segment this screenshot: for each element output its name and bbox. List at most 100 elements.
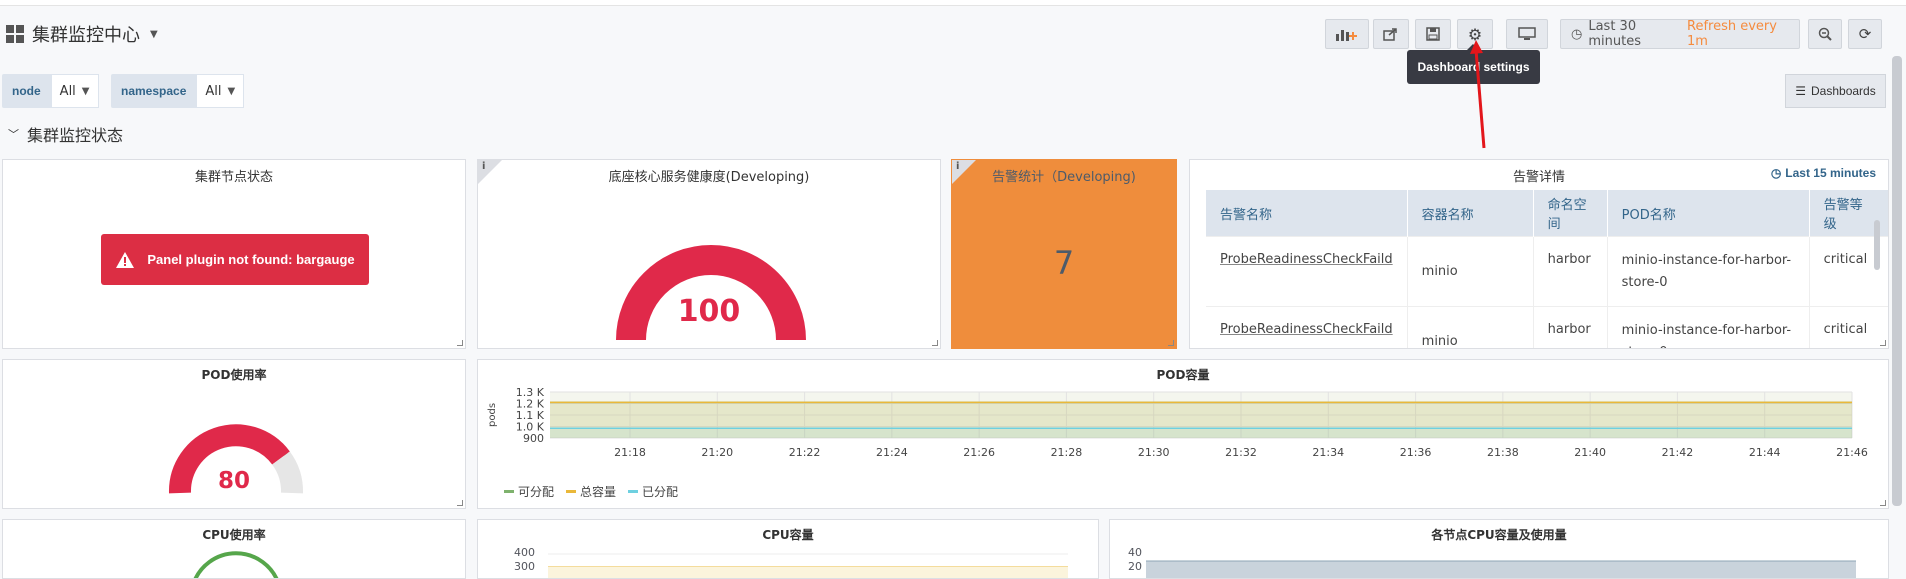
x-tick-label: 21:34 <box>1312 446 1344 459</box>
alert-name-cell[interactable]: ProbeReadinessCheckFaild <box>1206 236 1408 307</box>
tv-mode-button[interactable] <box>1506 19 1548 49</box>
y-axis-label: pods <box>487 403 498 427</box>
info-icon: i <box>956 161 960 172</box>
x-tick-label: 21:20 <box>701 446 733 459</box>
top-border <box>0 0 1906 6</box>
pod-name-line: minio-instance-for-harbor- <box>1621 252 1792 268</box>
share-icon <box>1383 28 1397 41</box>
resize-handle[interactable] <box>1880 340 1886 346</box>
container-cell: minio <box>1407 236 1534 307</box>
pod-cell: minio-instance-for-harbor-store-0 <box>1607 236 1810 307</box>
dashboard-grid-icon <box>6 25 24 43</box>
resize-handle[interactable] <box>457 340 463 346</box>
node-select[interactable]: All ▼ <box>50 74 99 108</box>
alert-name-cell[interactable]: ProbeReadinessCheckFaild <box>1206 306 1408 348</box>
legend-swatch <box>628 490 639 493</box>
column-header[interactable]: 容器名称 <box>1407 190 1534 237</box>
resize-handle[interactable] <box>932 340 938 346</box>
series-area <box>550 428 1852 438</box>
refresh-button[interactable]: ⟳ <box>1848 19 1882 49</box>
pod-name-line: store-0 <box>1622 345 1668 348</box>
table-scrollbar[interactable] <box>1874 220 1880 270</box>
panel-cpu-capacity: CPU容量 400 300 <box>477 519 1099 579</box>
gauge-cpu-usage <box>193 551 279 578</box>
cpu-capacity-chart[interactable] <box>478 520 1099 579</box>
panel-title: 告警统计（Developing) <box>992 170 1136 185</box>
time-shift-info: ◷ Last 15 minutes <box>1771 166 1876 180</box>
select-value: All <box>205 83 222 99</box>
monitor-icon <box>1518 27 1536 40</box>
pod-cell: minio-instance-for-harbor-store-0 <box>1607 306 1810 348</box>
resize-handle[interactable] <box>1168 340 1174 346</box>
legend-swatch <box>566 490 577 493</box>
alert-table: 告警名称 容器名称 命名空间 POD名称 告警等级 ProbeReadiness… <box>1206 190 1888 348</box>
node-cpu-chart[interactable] <box>1110 520 1889 579</box>
list-icon: ☰ <box>1795 84 1807 98</box>
x-tick-label: 21:32 <box>1225 446 1257 459</box>
panel-title: 底座核心服务健康度(Developing) <box>608 170 810 185</box>
share-button[interactable] <box>1373 19 1409 49</box>
x-tick-label: 21:40 <box>1574 446 1606 459</box>
legend-item[interactable]: 可分配 <box>504 483 554 500</box>
panel-core-health: i 底座核心服务健康度(Developing) 100 <box>477 159 941 349</box>
error-message: Panel plugin not found: bargauge <box>147 252 355 267</box>
row-header[interactable]: ﹀ 集群监控状态 <box>8 122 123 146</box>
refresh-interval-label: Refresh every 1m <box>1687 19 1777 49</box>
resize-handle[interactable] <box>1880 500 1886 506</box>
select-value: All <box>59 83 76 99</box>
pod-name-line: store-0 <box>1621 274 1668 290</box>
panel-node-status: 集群节点状态 Panel plugin not found: bargauge <box>2 159 466 349</box>
legend-label: 可分配 <box>518 485 555 499</box>
level-cell: critical <box>1809 306 1888 348</box>
save-icon <box>1426 27 1440 41</box>
info-icon: i <box>482 161 486 172</box>
chevron-down-icon: ﹀ <box>8 128 19 141</box>
x-tick-label: 21:26 <box>963 446 995 459</box>
legend-swatch <box>504 490 514 493</box>
column-header[interactable]: 命名空间 <box>1533 190 1608 237</box>
row-title: 集群监控状态 <box>27 126 124 145</box>
pod-capacity-chart[interactable]: 1.3 K1.2 K1.1 K1.0 K90021:18 21:20 21:22 21… <box>478 382 1890 492</box>
namespace-select[interactable]: All ▼ <box>196 74 245 108</box>
legend-item[interactable]: 已分配 <box>628 483 678 500</box>
alert-name-link[interactable]: ProbeReadinessCheckFaild <box>1220 252 1393 267</box>
x-tick-label: 21:24 <box>876 446 908 459</box>
caret-down-icon: ▼ <box>227 85 236 97</box>
variable-label: namespace <box>111 74 197 108</box>
time-shift-label: Last 15 minutes <box>1785 166 1876 180</box>
add-panel-button[interactable] <box>1325 19 1369 49</box>
alert-name-link[interactable]: ProbeReadinessCheckFaild <box>1220 322 1393 337</box>
settings-tooltip: Dashboard settings <box>1407 44 1540 84</box>
column-header[interactable]: POD名称 <box>1607 190 1810 237</box>
legend-item[interactable]: 总容量 <box>566 483 616 500</box>
y-tick-label: 900 <box>523 432 544 445</box>
column-header[interactable]: 告警名称 <box>1206 190 1408 237</box>
panel-cpu-usage: CPU使用率 <box>2 519 466 579</box>
x-tick-label: 21:30 <box>1138 446 1170 459</box>
navbar: 集群监控中心 ▼ ⚙ ◷ Last 30 minutes Refresh eve… <box>0 7 1906 57</box>
save-button[interactable] <box>1415 19 1451 49</box>
table-header-row: 告警名称 容器名称 命名空间 POD名称 告警等级 <box>1206 190 1888 237</box>
panel-pod-capacity: POD容量 1.3 K 1.2 K 1.1 K 1.0 K 900 21:18 21:20 2… <box>477 359 1889 509</box>
warning-icon <box>116 251 135 268</box>
table-row: ProbeReadinessCheckFaild minio harbor mi… <box>1206 306 1888 348</box>
panel-pod-usage: POD使用率 80 <box>2 359 466 509</box>
chart-legend: 可分配 总容量 已分配 <box>504 483 678 500</box>
dashboards-button[interactable]: ☰ Dashboards <box>1785 74 1886 108</box>
x-tick-label: 21:44 <box>1749 446 1781 459</box>
gauge-value: 80 <box>217 468 250 494</box>
dashboard-picker[interactable]: 集群监控中心 ▼ <box>6 21 158 47</box>
dashboard-title: 集群监控中心 <box>32 25 140 46</box>
caret-down-icon: ▼ <box>81 85 90 97</box>
x-tick-label: 21:22 <box>789 446 821 459</box>
variable-label: node <box>2 74 51 108</box>
zoom-out-button[interactable] <box>1808 19 1842 49</box>
x-tick-label: 21:36 <box>1400 446 1432 459</box>
namespace-cell: harbor <box>1533 306 1608 348</box>
x-tick-label: 21:28 <box>1051 446 1083 459</box>
time-picker-button[interactable]: ◷ Last 30 minutes Refresh every 1m <box>1560 19 1800 49</box>
panel-alert-detail: 告警详情 ◷ Last 15 minutes 告警名称 容器名称 命名空间 PO… <box>1189 159 1889 349</box>
page-scrollbar[interactable] <box>1892 56 1902 506</box>
resize-handle[interactable] <box>457 500 463 506</box>
legend-label: 总容量 <box>580 485 617 499</box>
